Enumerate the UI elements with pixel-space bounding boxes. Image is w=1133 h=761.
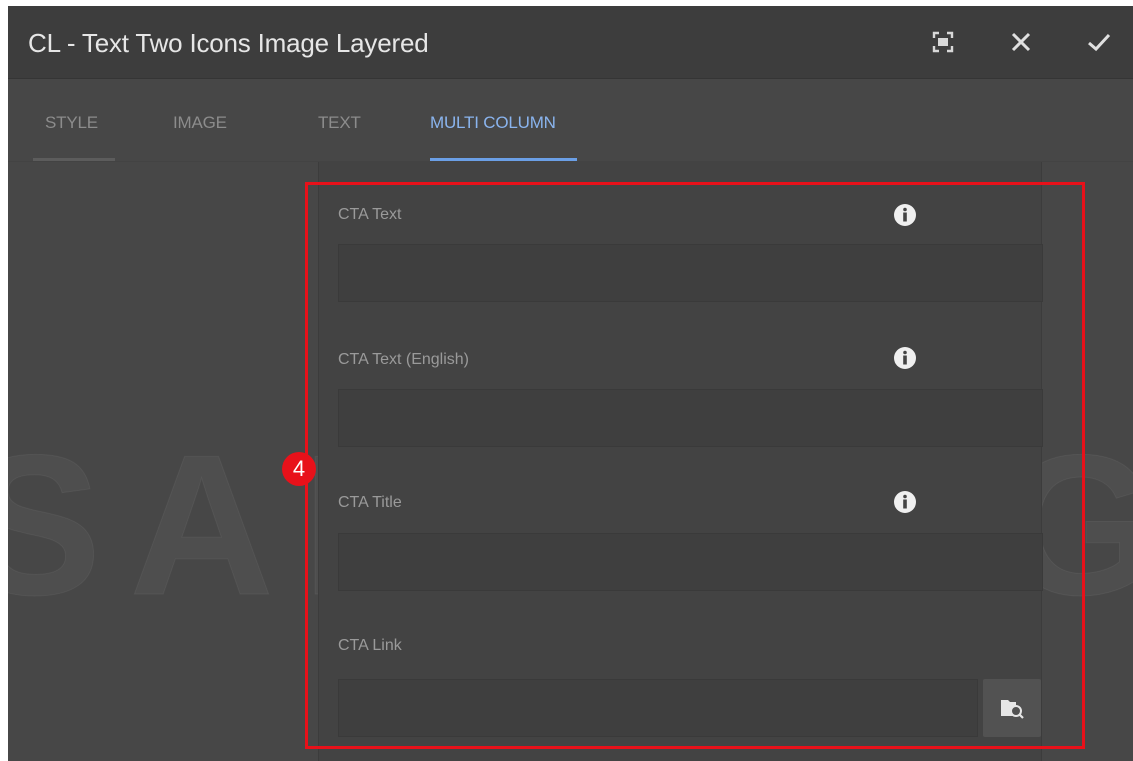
cta-title-input[interactable] xyxy=(338,533,1043,591)
tab-bar: STYLE IMAGE TEXT MULTI COLUMN xyxy=(8,79,1133,161)
annotation-step-badge: 4 xyxy=(282,452,316,486)
confirm-button[interactable] xyxy=(1079,22,1119,62)
dialog-titlebar: CL - Text Two Icons Image Layered xyxy=(8,6,1133,79)
tab-image[interactable]: IMAGE xyxy=(173,113,227,133)
cta-text-input[interactable] xyxy=(338,244,1043,302)
cta-text-english-input[interactable] xyxy=(338,389,1043,447)
info-icon[interactable] xyxy=(893,203,917,227)
info-icon[interactable] xyxy=(893,490,917,514)
browse-path-button[interactable] xyxy=(983,679,1041,737)
tab-style[interactable]: STYLE xyxy=(45,113,98,133)
cta-link-label: CTA Link xyxy=(338,637,402,654)
close-button[interactable] xyxy=(1001,22,1041,62)
info-icon[interactable] xyxy=(893,346,917,370)
cta-link-input[interactable] xyxy=(338,679,978,737)
cta-text-label: CTA Text xyxy=(338,206,402,223)
tab-text[interactable]: TEXT xyxy=(318,113,361,133)
dialog-title: CL - Text Two Icons Image Layered xyxy=(28,28,429,58)
dialog: SAMSUNG CL - Text Two Icons Image Layere… xyxy=(8,6,1133,761)
close-icon xyxy=(1011,32,1031,52)
folder-search-icon xyxy=(1001,700,1024,719)
tab-multi-column[interactable]: MULTI COLUMN xyxy=(430,113,556,133)
fullscreen-button[interactable] xyxy=(923,22,963,62)
cta-text-english-label: CTA Text (English) xyxy=(338,351,470,368)
fullscreen-icon xyxy=(932,31,954,53)
cta-title-label: CTA Title xyxy=(338,494,402,511)
check-icon xyxy=(1088,33,1111,52)
